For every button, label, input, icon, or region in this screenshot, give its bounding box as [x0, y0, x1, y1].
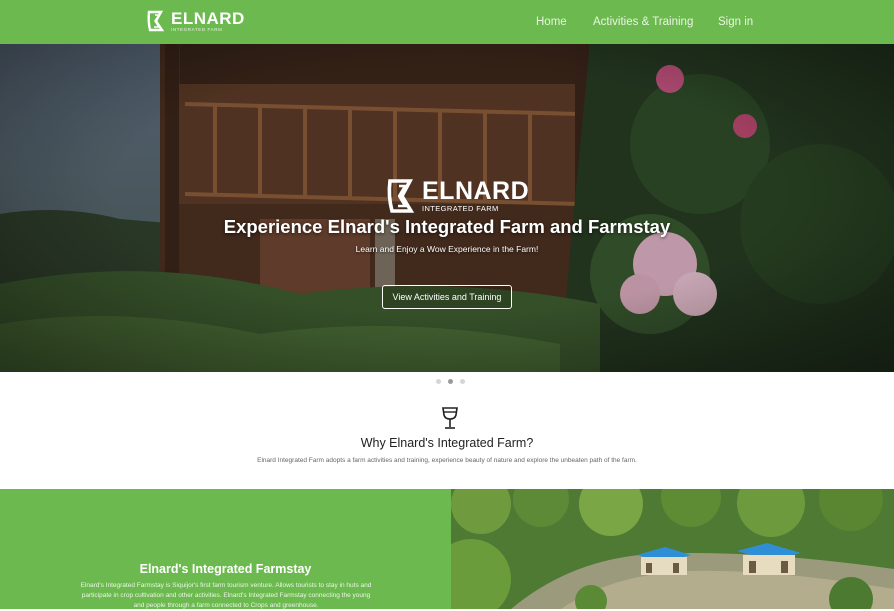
carousel-dot-2[interactable] [448, 379, 453, 384]
hero-subtitle: Learn and Enjoy a Wow Experience in the … [355, 244, 539, 254]
brand-name: ELNARD [171, 8, 245, 28]
hero-logo-name: ELNARD [422, 177, 530, 206]
brand-logo[interactable]: ELNARD INTEGRATED FARM [146, 9, 245, 33]
nav-activities-link[interactable]: Activities & Training [593, 16, 693, 28]
carousel-dot-3[interactable] [460, 379, 465, 384]
elnard-logo-icon [387, 179, 415, 213]
farmstay-image [451, 489, 894, 609]
why-section-title: Why Elnard's Integrated Farm? [360, 436, 534, 450]
farmstay-panel: Elnard's Integrated Farmstay Elnard's In… [0, 489, 451, 609]
farmstay-aerial-photo [451, 489, 894, 609]
brand-subtitle: INTEGRATED FARM [171, 26, 223, 32]
nav-signin-link[interactable]: Sign in [718, 16, 753, 28]
view-activities-button[interactable]: View Activities and Training [382, 285, 512, 309]
hero-carousel: ELNARD INTEGRATED FARM Experience Elnard… [0, 44, 894, 372]
navbar: ELNARD INTEGRATED FARM Home Activities &… [0, 0, 894, 44]
hero-logo-subtitle: INTEGRATED FARM [422, 204, 499, 214]
farmstay-title: Elnard's Integrated Farmstay [139, 562, 312, 576]
hero-logo: ELNARD INTEGRATED FARM [386, 177, 529, 215]
wine-glass-icon [442, 407, 458, 429]
carousel-dot-1[interactable] [436, 379, 441, 384]
nav-home-link[interactable]: Home [536, 16, 567, 28]
elnard-logo-icon [147, 10, 165, 32]
farmstay-text: Elnard's Integrated Farmstay is Siquijor… [80, 582, 372, 609]
hero-title: Experience Elnard's Integrated Farm and … [223, 216, 671, 237]
carousel-indicators [436, 379, 465, 384]
why-section-text: Elnard Integrated Farm adopts a farm act… [257, 457, 637, 464]
